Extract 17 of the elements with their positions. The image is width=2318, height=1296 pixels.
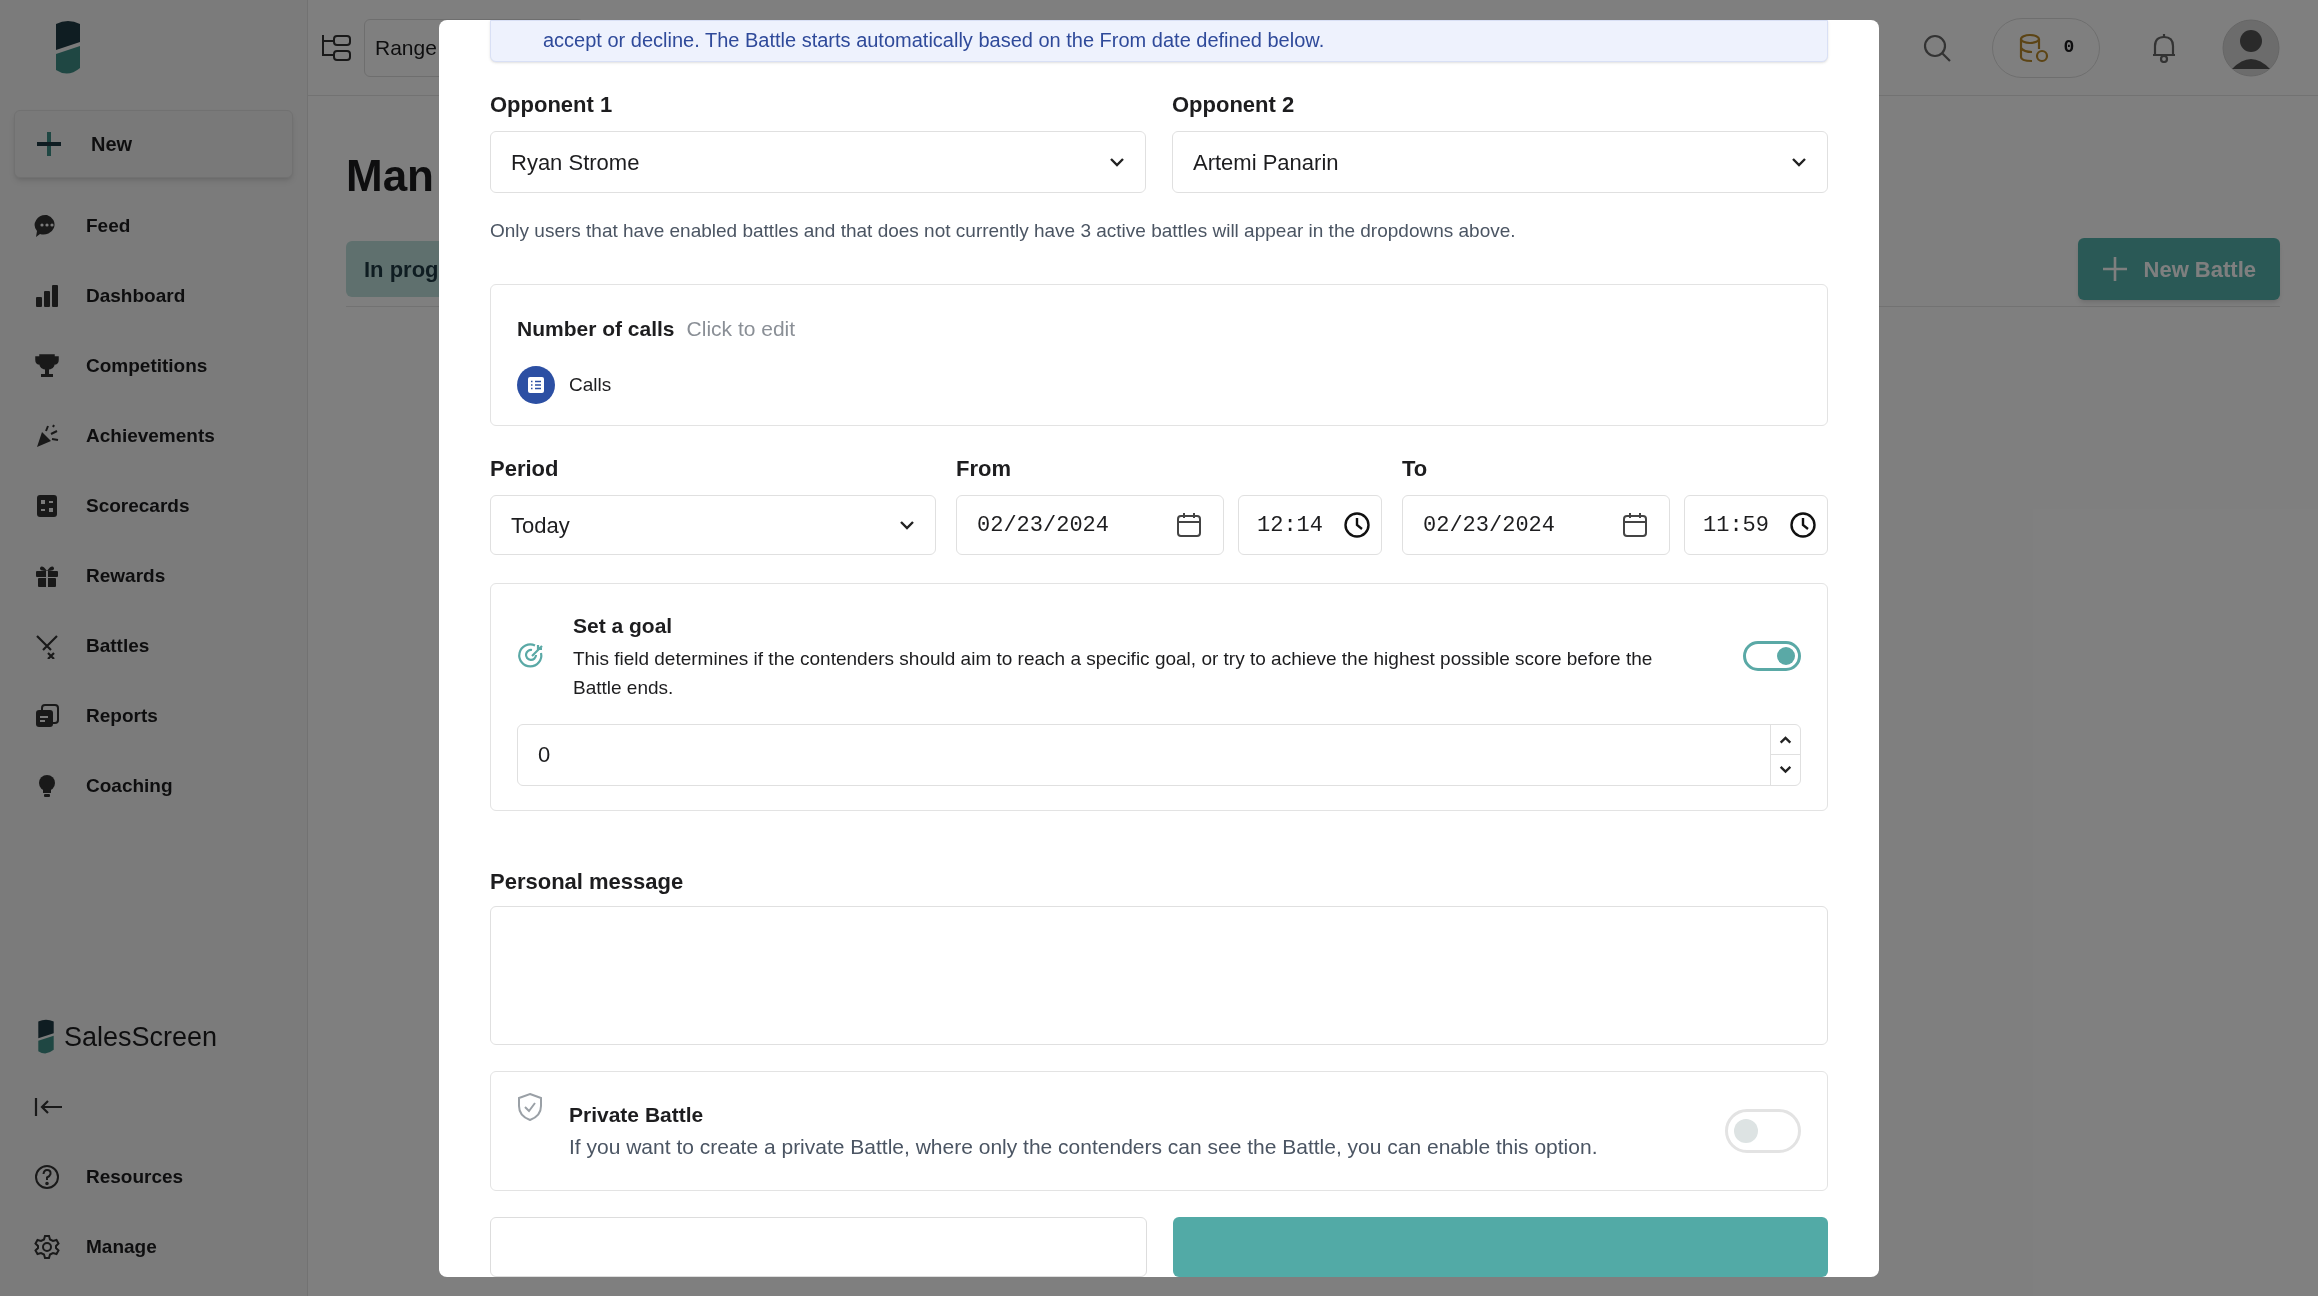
private-title: Private Battle [569, 1102, 705, 1129]
field-label: Period [490, 455, 560, 484]
metric-title: Number of calls [517, 315, 675, 342]
goal-description: This field determines if the contenders should aim to reach a specific goal, or try to achieve the highest possible score before the Battle ends. [573, 646, 1654, 700]
hint-text: Only users that have enabled battles and that does not currently have 3 active battles will appear in the dropdowns above. [490, 219, 1517, 243]
field-label: To [1402, 455, 1429, 484]
field-label: Opponent 1 [490, 91, 614, 119]
private-description: If you want to create a private Battle, where only the contenders can see the Battle, you can enable this option. [569, 1133, 1599, 1160]
coins-count: 0 [2063, 36, 2075, 59]
field-label: Opponent 2 [1172, 91, 1296, 119]
metric-item: Calls [569, 372, 612, 397]
brand-name: SalesScreen [64, 1020, 218, 1054]
goal-title: Set a goal [573, 613, 674, 640]
field-label: Personal message [490, 867, 685, 896]
page-title: Man [346, 154, 434, 198]
notice-text: accept or decline. The Battle starts automatically based on the From date defined below. [543, 28, 1326, 53]
field-label: From [956, 455, 1012, 484]
